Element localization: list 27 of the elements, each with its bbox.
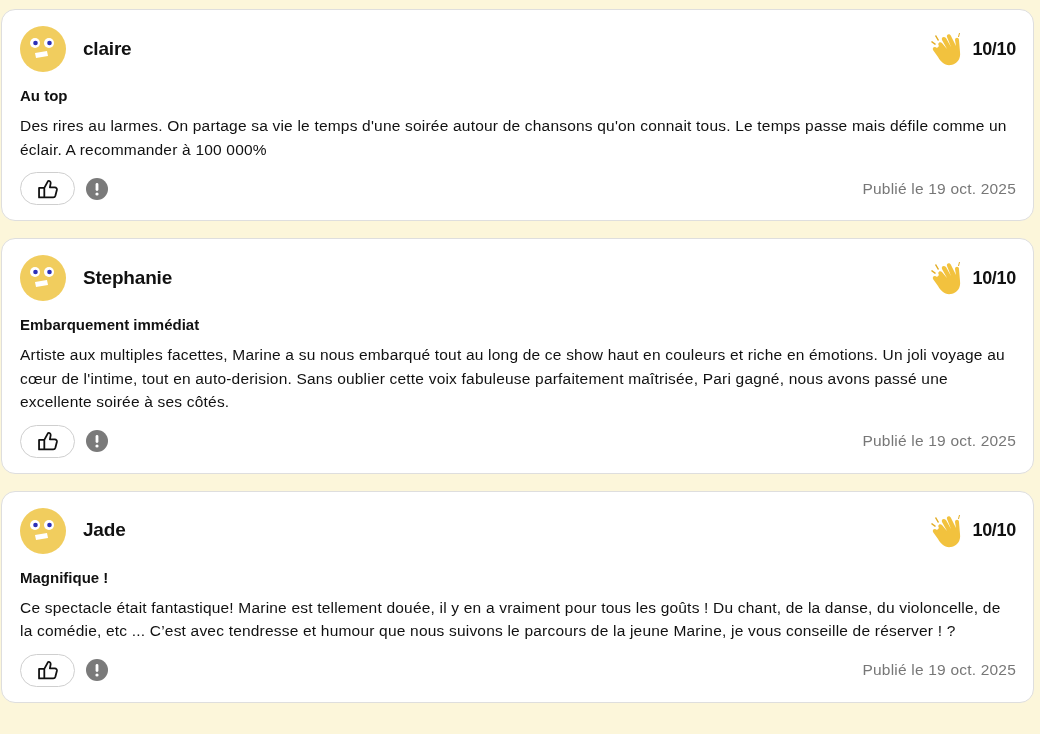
thumbs-up-icon bbox=[37, 660, 58, 680]
review-text: Ce spectacle était fantastique! Marine est tellement douée, il y en a vraiment pour tous les goûts ! Du chant, de la danse, du violoncelle, de la comédie, etc ... C’est avec tendresse et humour que nous suivons le parcours de la jeune Marine, je vous conseille de réserver ! ? bbox=[20, 597, 1002, 641]
thumbs-up-icon bbox=[37, 178, 58, 199]
author-name: Jade bbox=[83, 518, 126, 543]
like-button[interactable] bbox=[20, 653, 75, 687]
review-title: Magnifique ! bbox=[20, 567, 110, 588]
publish-date: Publié le 19 oct. 2025 bbox=[862, 178, 1016, 199]
thumbs-up-icon bbox=[37, 431, 58, 451]
like-button[interactable] bbox=[20, 424, 75, 458]
publish-date: Publié le 19 oct. 2025 bbox=[862, 431, 1016, 452]
avatar-face-icon bbox=[20, 507, 66, 554]
review-score: 10/10 bbox=[972, 266, 1016, 290]
like-button[interactable] bbox=[20, 172, 75, 205]
avatar-face-icon bbox=[20, 255, 66, 301]
review-text: Des rires au larmes. On partage sa vie le temps d'une soirée autour de chansons qu'on connait tous. Le temps passe mais défile comme un éclair. A recommander à 100 000% bbox=[20, 116, 1008, 160]
publish-date: Publié le 19 oct. 2025 bbox=[862, 660, 1016, 681]
review-title: Embarquement immédiat bbox=[20, 315, 201, 335]
report-icon[interactable] bbox=[86, 430, 108, 452]
avatar-face-icon bbox=[20, 26, 66, 72]
review-score: 10/10 bbox=[972, 37, 1016, 61]
review-title: Au top bbox=[20, 86, 69, 106]
review-score: 10/10 bbox=[972, 519, 1016, 542]
report-icon[interactable] bbox=[86, 177, 108, 200]
report-icon[interactable] bbox=[86, 659, 108, 681]
author-name: claire bbox=[83, 36, 132, 61]
review-text: Artiste aux multiples facettes, Marine a su nous embarqué tout au long de ce show haut en couleurs et riche en émotions. Un joli voyage au cœur de l'intime, tout en auto-derision. Sans oublier cette voix fabuleuse parfaitement maîtrisée, Pari gagné, nous avons passé une excellente soirée à ses côtés. bbox=[20, 345, 1006, 412]
author-name: Stephanie bbox=[83, 265, 172, 290]
